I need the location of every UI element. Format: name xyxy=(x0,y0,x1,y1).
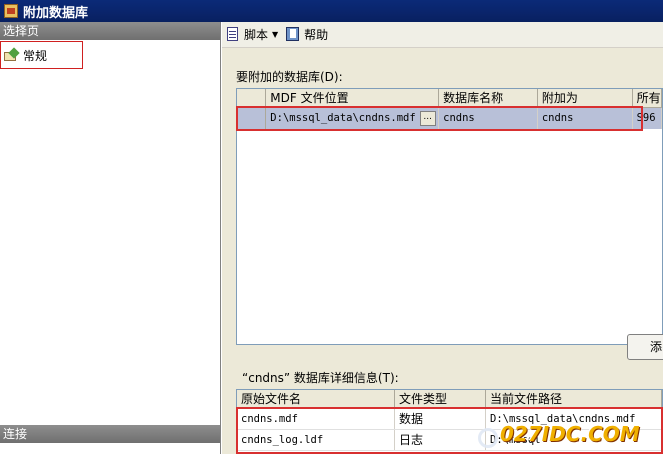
attach-as-cell[interactable]: cndns xyxy=(537,108,633,129)
file-type-cell: 日志 xyxy=(395,430,486,450)
column-header-attach-as[interactable]: 附加为 xyxy=(538,89,633,107)
column-header-file-type[interactable]: 文件类型 xyxy=(395,390,486,408)
select-page-header: 选择页 xyxy=(0,22,220,40)
help-button[interactable]: 帮助 xyxy=(286,26,328,43)
column-header-original-file[interactable]: 原始文件名 xyxy=(237,390,395,408)
row-selector[interactable] xyxy=(237,108,267,129)
window-title: 附加数据库 xyxy=(23,5,89,21)
mdf-location-cell[interactable]: D:\mssql_data\cndns.mdf... xyxy=(266,108,440,129)
original-file-cell: cndns.mdf xyxy=(237,409,395,429)
script-label: 脚本 xyxy=(244,28,269,42)
script-button[interactable]: 脚本 ▼ xyxy=(226,26,278,43)
column-header-current-path[interactable]: 当前文件路径 xyxy=(486,390,662,408)
watermark-logo: 027IDC.COM xyxy=(478,422,660,454)
owner-cell[interactable]: S96 xyxy=(632,108,662,129)
table-row[interactable]: D:\mssql_data\cndns.mdf... cndns cndns S… xyxy=(237,108,662,129)
column-header-mdf[interactable]: MDF 文件位置 xyxy=(266,89,440,107)
main-panel: 脚本 ▼ 帮助 要附加的数据库(D): MDF 文件位置 数据库名称 附加为 所… xyxy=(222,22,663,454)
title-bar: 附加数据库 xyxy=(0,0,663,22)
nav-item-general-label: 常规 xyxy=(23,48,48,63)
add-button[interactable]: 添 xyxy=(627,334,663,360)
database-details-label: “cndns” 数据库详细信息(T): xyxy=(242,371,399,385)
help-icon xyxy=(286,27,300,42)
browse-button[interactable]: ... xyxy=(419,110,436,126)
toolbar: 脚本 ▼ 帮助 xyxy=(222,22,663,48)
column-header-db-name[interactable]: 数据库名称 xyxy=(439,89,538,107)
nav-item-general[interactable]: 常规 xyxy=(0,41,83,69)
attach-databases-grid: MDF 文件位置 数据库名称 附加为 所有 D:\mssql_data\cndn… xyxy=(236,88,663,345)
column-header-owner[interactable]: 所有 xyxy=(633,89,662,107)
attach-databases-label: 要附加的数据库(D): xyxy=(236,70,343,84)
script-icon xyxy=(226,27,240,42)
left-panel: 选择页 常规 连接 xyxy=(0,22,221,454)
watermark-text: 027IDC.COM xyxy=(500,422,640,446)
details-grid-header: 原始文件名 文件类型 当前文件路径 xyxy=(237,390,662,409)
file-type-cell: 数据 xyxy=(395,409,486,429)
original-file-cell: cndns_log.ldf xyxy=(237,430,395,450)
row-header-corner xyxy=(237,89,267,107)
database-icon xyxy=(4,4,18,18)
help-label: 帮助 xyxy=(304,28,329,42)
watermark-ring-icon xyxy=(478,428,498,448)
general-page-icon xyxy=(4,46,20,62)
db-name-cell[interactable]: cndns xyxy=(439,108,538,129)
chevron-down-icon[interactable]: ▼ xyxy=(272,30,278,39)
attach-grid-header: MDF 文件位置 数据库名称 附加为 所有 xyxy=(237,89,662,108)
connect-header: 连接 xyxy=(0,425,220,443)
